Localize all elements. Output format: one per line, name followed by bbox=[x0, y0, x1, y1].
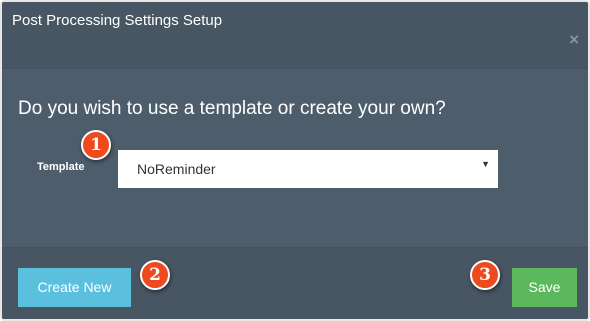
setup-question: Do you wish to use a template or create … bbox=[18, 98, 446, 119]
template-label: Template bbox=[37, 161, 85, 173]
template-select-value: NoReminder bbox=[137, 161, 216, 177]
dialog-footer: Create New Save bbox=[2, 247, 588, 319]
step-3-badge: 3 bbox=[470, 260, 500, 290]
dialog-header: Post Processing Settings Setup × bbox=[2, 2, 588, 69]
create-new-button[interactable]: Create New bbox=[18, 268, 131, 307]
save-button[interactable]: Save bbox=[512, 268, 577, 307]
template-select[interactable]: NoReminder ▼ bbox=[118, 150, 498, 188]
dialog-title: Post Processing Settings Setup bbox=[12, 12, 223, 29]
dropdown-arrow-icon: ▼ bbox=[481, 159, 490, 169]
step-1-badge: 1 bbox=[81, 130, 111, 160]
close-icon[interactable]: × bbox=[569, 30, 579, 50]
step-2-badge: 2 bbox=[140, 260, 170, 290]
post-processing-dialog: Post Processing Settings Setup × Do you … bbox=[0, 0, 590, 321]
